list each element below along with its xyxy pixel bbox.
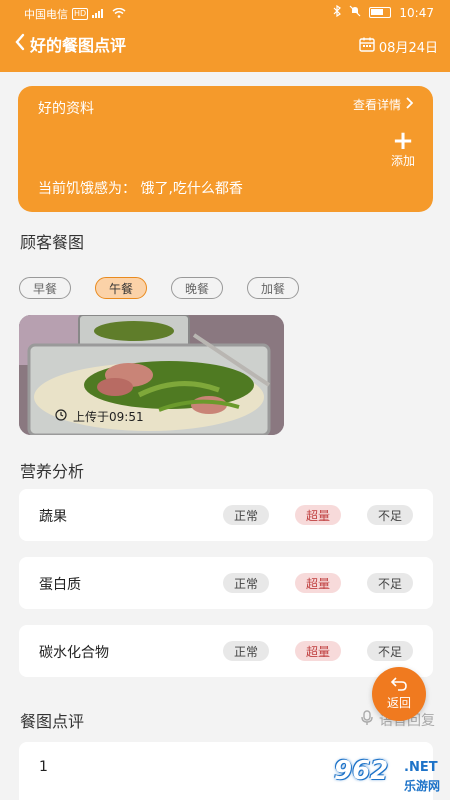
- tag-low[interactable]: 不足: [367, 641, 413, 661]
- nutrition-name: 碳水化合物: [39, 645, 109, 661]
- site-watermark: 962 .NET 乐游网: [304, 756, 444, 796]
- view-details-link[interactable]: 查看详情: [352, 96, 414, 113]
- nutrition-row-carbs: 碳水化合物 正常 超量 不足: [19, 625, 433, 677]
- meals-section-title: 顾客餐图: [20, 233, 85, 252]
- nutrition-name: 蔬果: [39, 509, 67, 525]
- clock-time: 10:47: [399, 5, 434, 20]
- review-header: 餐图点评 语音回复: [20, 708, 435, 732]
- hunger-status: 当前饥饿感为： 饿了,吃什么都香: [38, 181, 243, 197]
- upload-time: 上传于09:51: [73, 410, 144, 424]
- comment-value: 1: [39, 759, 48, 775]
- return-label: 返回: [386, 696, 411, 710]
- profile-title: 好的资料: [38, 101, 94, 117]
- tab-snack[interactable]: 加餐: [247, 277, 299, 299]
- app-header: 中国电信 HD 10:47 好的餐图点评 08月24日: [0, 0, 450, 72]
- view-details-label: 查看详情: [352, 98, 401, 112]
- tag-over[interactable]: 超量: [295, 505, 341, 525]
- watermark-suffix: .NET: [404, 760, 438, 775]
- chevron-right-icon: [405, 97, 414, 112]
- status-left: 中国电信 HD: [24, 6, 126, 22]
- tab-breakfast[interactable]: 早餐: [19, 277, 71, 299]
- watermark-site: 乐游网: [404, 779, 441, 793]
- hd-badge: HD: [72, 8, 89, 20]
- meal-photo[interactable]: 上传于09:51: [19, 315, 284, 435]
- tag-low[interactable]: 不足: [367, 573, 413, 593]
- return-fab-button[interactable]: 返回: [372, 667, 426, 721]
- profile-card: 好的资料 查看详情 + 添加 当前饥饿感为： 饿了,吃什么都香: [18, 86, 433, 212]
- tab-dinner[interactable]: 晚餐: [171, 277, 223, 299]
- calendar-icon: [359, 37, 375, 56]
- signal-icon: [92, 8, 108, 21]
- carrier-name: 中国电信: [24, 8, 68, 21]
- review-section-title: 餐图点评: [20, 712, 85, 731]
- status-right: 10:47: [333, 4, 434, 20]
- bluetooth-icon: [333, 4, 342, 20]
- plus-icon: +: [392, 126, 414, 156]
- nav-bar: 好的餐图点评 08月24日: [0, 30, 450, 64]
- tag-low[interactable]: 不足: [367, 505, 413, 525]
- battery-icon: [369, 7, 392, 18]
- nutrition-section-title: 营养分析: [20, 462, 85, 481]
- return-arrow-icon: [390, 677, 408, 694]
- meal-tabs: 早餐 午餐 晚餐 加餐: [19, 277, 299, 299]
- back-button[interactable]: 好的餐图点评: [14, 32, 126, 56]
- status-bar: 中国电信 HD 10:47: [0, 0, 450, 26]
- tab-lunch[interactable]: 午餐: [95, 277, 147, 299]
- date-label: 08月24日: [378, 41, 438, 56]
- page-title: 好的餐图点评: [30, 36, 127, 55]
- date-selector[interactable]: 08月24日: [359, 37, 438, 56]
- microphone-icon: [361, 710, 373, 730]
- tag-normal[interactable]: 正常: [223, 641, 269, 661]
- wifi-icon: [112, 7, 126, 21]
- nutrition-row-vegetables: 蔬果 正常 超量 不足: [19, 489, 433, 541]
- photo-caption: 上传于09:51: [55, 408, 144, 425]
- add-button[interactable]: + 添加: [390, 126, 415, 169]
- tag-over[interactable]: 超量: [295, 641, 341, 661]
- nutrition-name: 蛋白质: [39, 577, 81, 593]
- tag-over[interactable]: 超量: [295, 573, 341, 593]
- clock-icon: [55, 409, 67, 424]
- mute-bell-icon: [349, 5, 361, 20]
- watermark-number: 962: [334, 756, 389, 786]
- chevron-left-icon: [14, 33, 26, 55]
- nutrition-row-protein: 蛋白质 正常 超量 不足: [19, 557, 433, 609]
- tag-normal[interactable]: 正常: [223, 573, 269, 593]
- tag-normal[interactable]: 正常: [223, 505, 269, 525]
- add-label: 添加: [390, 154, 415, 168]
